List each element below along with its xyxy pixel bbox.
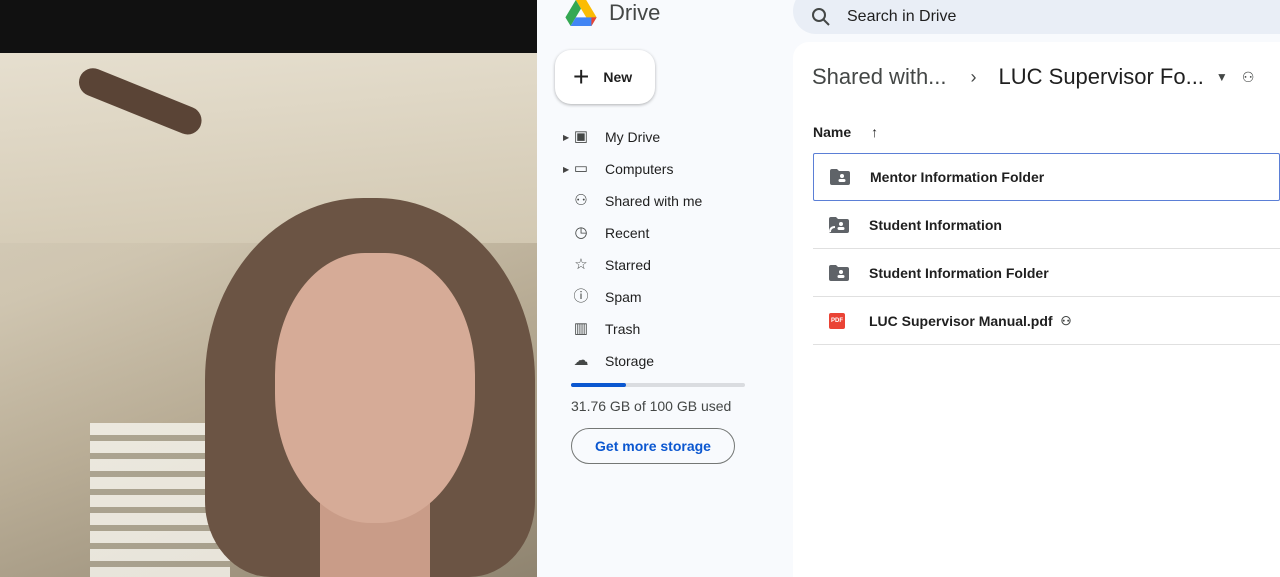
shared-people-icon: ⚇ [1060, 313, 1072, 328]
file-row[interactable]: Student Information [813, 201, 1280, 249]
expand-icon[interactable]: ▶ [563, 165, 569, 174]
label: Trash [605, 321, 641, 337]
file-name: LUC Supervisor Manual.pdf [869, 312, 1053, 329]
sidebar-item-starred[interactable]: ☆ Starred [537, 249, 793, 281]
app-name: Drive [609, 0, 661, 25]
pdf-icon: PDF [829, 312, 853, 329]
file-row[interactable]: PDF LUC Supervisor Manual.pdf ⚇ [813, 297, 1280, 345]
breadcrumb-current[interactable]: LUC Supervisor Fo... [999, 64, 1204, 90]
plus-icon: + [573, 61, 590, 92]
face [275, 253, 475, 523]
sidebar-item-my-drive[interactable]: ▶ ▣ My Drive [537, 121, 793, 153]
label: Recent [605, 225, 650, 241]
search-bar[interactable]: Search in Drive [793, 0, 1280, 34]
breadcrumb: Shared with... › LUC Supervisor Fo... ▼ … [812, 64, 1254, 90]
chevron-right-icon: › [970, 66, 977, 87]
storage-bar-fill [571, 383, 627, 387]
sidebar: Drive + New ▶ ▣ My Drive ▶ ▭ Computers ⚇ Share… [537, 0, 793, 577]
sidebar-item-storage[interactable]: ☁ Storage [537, 345, 793, 377]
new-label: New [603, 69, 633, 85]
storage-used-text: 31.76 GB of 100 GB used [571, 398, 732, 414]
folder-shortcut-icon [829, 216, 853, 233]
sort-arrow-up-icon[interactable]: ↑ [871, 124, 878, 140]
expand-icon[interactable]: ▶ [563, 133, 569, 142]
column-header-name[interactable]: Name ↑ [813, 124, 878, 140]
clock-icon: ◷ [574, 224, 588, 241]
breadcrumb-parent[interactable]: Shared with... [812, 64, 947, 90]
new-button[interactable]: + New [555, 50, 655, 104]
sidebar-item-recent[interactable]: ◷ Recent [537, 217, 793, 249]
main-content: Shared with... › LUC Supervisor Fo... ▼ … [793, 42, 1280, 577]
computers-icon: ▭ [573, 160, 589, 177]
file-list: Mentor Information Folder Student Inform… [813, 153, 1280, 345]
nav-list: ▶ ▣ My Drive ▶ ▭ Computers ⚇ Shared with me ◷… [537, 121, 793, 377]
file-name: Student Information [869, 216, 1002, 233]
star-icon: ☆ [574, 256, 588, 273]
label: Starred [605, 257, 651, 273]
spam-icon: ⓘ [573, 288, 589, 305]
people-icon[interactable]: ⚇ [1242, 69, 1255, 86]
cloud-icon: ☁ [573, 352, 589, 369]
label: My Drive [605, 129, 661, 145]
drive-logo[interactable]: Drive [563, 0, 660, 26]
name-column-label: Name [813, 124, 852, 140]
drive-logo-icon [565, 0, 597, 26]
storage-bar [571, 383, 745, 387]
sidebar-item-trash[interactable]: ▥ Trash [537, 313, 793, 345]
search-icon[interactable] [811, 7, 831, 27]
label: Shared with me [605, 193, 703, 209]
search-input[interactable]: Search in Drive [847, 8, 956, 26]
file-row[interactable]: Mentor Information Folder [813, 153, 1280, 201]
get-more-storage-button[interactable]: Get more storage [571, 428, 735, 464]
dropdown-arrow-icon[interactable]: ▼ [1216, 70, 1228, 84]
webcam-person-image [0, 53, 537, 577]
sidebar-item-computers[interactable]: ▶ ▭ Computers [537, 153, 793, 185]
file-name: Mentor Information Folder [870, 169, 1045, 185]
trash-icon: ▥ [573, 320, 589, 337]
webcam-video [0, 0, 537, 577]
my-drive-icon: ▣ [573, 128, 589, 145]
label: Spam [605, 289, 642, 305]
shared-icon: ⚇ [574, 192, 588, 209]
sidebar-item-shared[interactable]: ⚇ Shared with me [537, 185, 793, 217]
label: Computers [605, 161, 674, 177]
shared-folder-icon [830, 169, 854, 185]
file-name: Student Information Folder [869, 264, 1049, 281]
sidebar-item-spam[interactable]: ⓘ Spam [537, 281, 793, 313]
shared-folder-icon [829, 264, 853, 281]
label: Storage [605, 353, 655, 369]
file-row[interactable]: Student Information Folder [813, 249, 1280, 297]
